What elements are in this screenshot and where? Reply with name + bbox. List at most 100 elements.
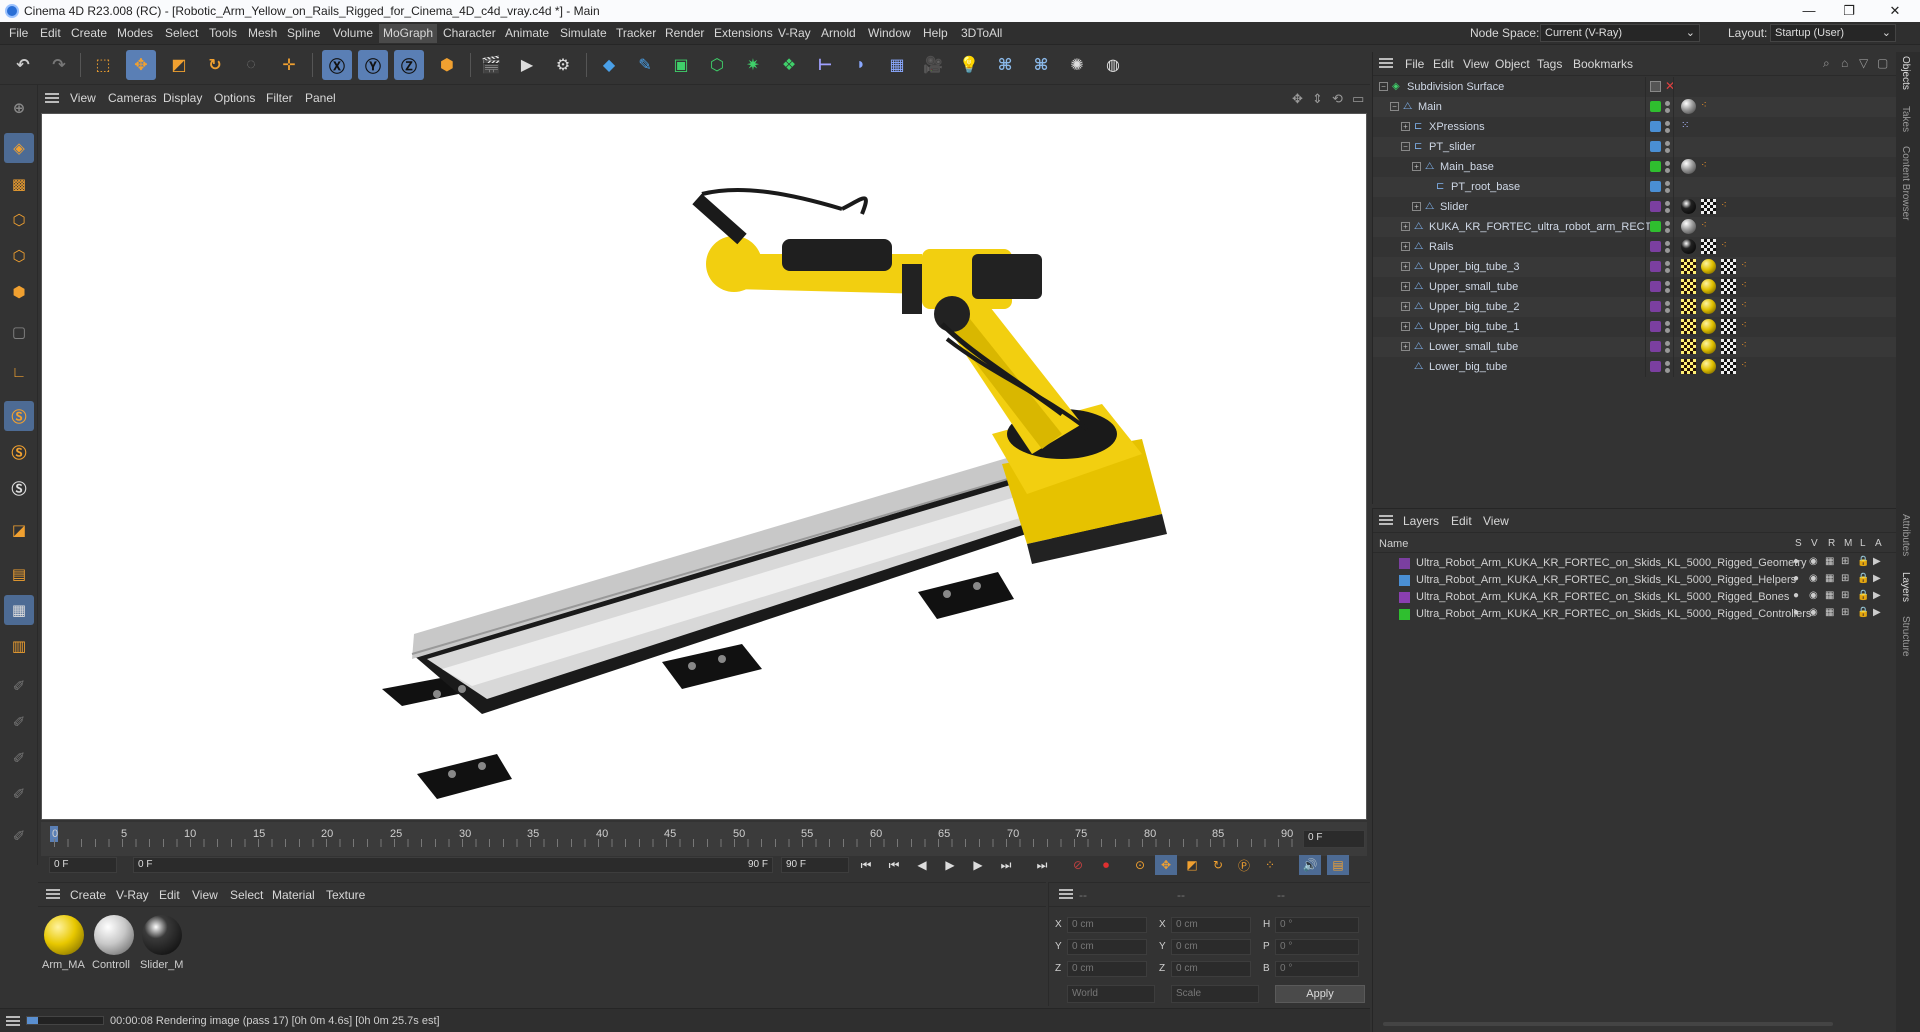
- menu-edit[interactable]: Edit: [40, 26, 61, 40]
- python-script-icon[interactable]: ⌘: [1026, 50, 1056, 80]
- viewport-menu-options[interactable]: Options: [214, 91, 255, 105]
- material-tag-icon[interactable]: [1701, 339, 1716, 354]
- current-frame-field[interactable]: 0 F: [1303, 830, 1365, 848]
- texture-mode-icon[interactable]: ▩: [4, 169, 34, 199]
- editor-visibility-dot[interactable]: [1665, 361, 1670, 366]
- tab-content-browser[interactable]: Content Browser: [1900, 146, 1911, 220]
- axis-mode-icon[interactable]: ∟: [4, 357, 34, 387]
- expand-toggle-icon[interactable]: −: [1379, 82, 1388, 91]
- render-visibility-dot[interactable]: [1665, 188, 1670, 193]
- checker-material-tag-icon[interactable]: [1701, 199, 1716, 214]
- deformer-icon[interactable]: ⊢: [810, 50, 840, 80]
- obj-menu-object[interactable]: Object: [1495, 57, 1530, 71]
- layer-color-swatch[interactable]: [1650, 101, 1661, 112]
- render-visibility-dot[interactable]: [1665, 148, 1670, 153]
- layer-row[interactable]: Ultra_Robot_Arm_KUKA_KR_FORTEC_on_Skids_…: [1373, 555, 1897, 572]
- play-icon[interactable]: ▶: [939, 855, 961, 875]
- editor-visibility-dot[interactable]: [1665, 281, 1670, 286]
- animation-toggle-icon[interactable]: ▶: [1873, 590, 1881, 601]
- python-icon[interactable]: ⌘: [990, 50, 1020, 80]
- eye-icon[interactable]: ◉: [1809, 607, 1818, 618]
- x-axis-icon[interactable]: Ⓧ: [322, 50, 352, 80]
- manager-toggle-icon[interactable]: ⊞: [1841, 607, 1849, 618]
- live-selection-icon[interactable]: ⬚: [88, 50, 118, 80]
- expand-toggle-icon[interactable]: +: [1401, 342, 1410, 351]
- menu-render[interactable]: Render: [665, 26, 704, 40]
- key-parameter-icon[interactable]: Ⓟ: [1233, 855, 1255, 875]
- render-visibility-dot[interactable]: [1665, 268, 1670, 273]
- uvw-tag-icon[interactable]: [1681, 359, 1696, 374]
- object-row[interactable]: + ⧍ Upper_small_tube ⁖: [1373, 277, 1897, 297]
- coord-size-y[interactable]: 0 cm: [1171, 939, 1251, 955]
- mat-menu-select[interactable]: Select: [230, 888, 263, 902]
- hamburger-icon[interactable]: [46, 889, 60, 899]
- uvw-tag-icon[interactable]: [1681, 259, 1696, 274]
- cloner-icon[interactable]: ✷: [738, 50, 768, 80]
- render-toggle-icon[interactable]: ▦: [1825, 573, 1834, 584]
- animation-toggle-icon[interactable]: ▶: [1873, 607, 1881, 618]
- next-frame-icon[interactable]: ▶: [967, 855, 989, 875]
- material-tag-icon[interactable]: [1681, 159, 1696, 174]
- rig-tag-icon[interactable]: ⁖: [1741, 320, 1747, 331]
- checker-material-tag-icon[interactable]: [1721, 319, 1736, 334]
- expand-toggle-icon[interactable]: −: [1390, 102, 1399, 111]
- start-frame-field[interactable]: 0 F: [49, 857, 117, 873]
- viewport-menu-cameras[interactable]: Cameras: [108, 91, 157, 105]
- snap-settings-icon[interactable]: Ⓢ: [4, 437, 34, 467]
- mat-menu-material[interactable]: Material: [272, 888, 315, 902]
- rotate-view-icon[interactable]: ⟲: [1332, 91, 1343, 107]
- editor-visibility-dot[interactable]: [1665, 241, 1670, 246]
- object-row[interactable]: − ◈ Subdivision Surface ✕: [1373, 77, 1897, 97]
- snap-3d-icon[interactable]: Ⓢ: [4, 473, 34, 503]
- viewport-menu-panel[interactable]: Panel: [305, 91, 336, 105]
- layer-row[interactable]: Ultra_Robot_Arm_KUKA_KR_FORTEC_on_Skids_…: [1373, 572, 1897, 589]
- manager-toggle-icon[interactable]: ⊞: [1841, 573, 1849, 584]
- obj-menu-tags[interactable]: Tags: [1537, 57, 1562, 71]
- coord-size-x[interactable]: 0 cm: [1171, 917, 1251, 933]
- expand-toggle-icon[interactable]: −: [1401, 142, 1410, 151]
- manager-toggle-icon[interactable]: ⊞: [1841, 590, 1849, 601]
- 3d-viewport[interactable]: [41, 113, 1367, 820]
- menu-select[interactable]: Select: [165, 26, 198, 40]
- menu-simulate[interactable]: Simulate: [560, 26, 607, 40]
- editor-visibility-dot[interactable]: [1665, 121, 1670, 126]
- xpresso-tag-icon[interactable]: ⁙: [1681, 120, 1689, 131]
- goto-end-icon[interactable]: ⏭: [1031, 855, 1053, 875]
- material-tag-icon[interactable]: [1701, 359, 1716, 374]
- tab-structure[interactable]: Structure: [1900, 616, 1911, 657]
- zoom-view-icon[interactable]: ⇕: [1312, 91, 1323, 107]
- rig-tag-icon[interactable]: ⁖: [1741, 280, 1747, 291]
- object-row[interactable]: − ⊏ PT_slider: [1373, 137, 1897, 157]
- rig-tag-icon[interactable]: ⁖: [1741, 300, 1747, 311]
- lock-icon[interactable]: 🔒: [1857, 573, 1869, 584]
- pan-view-icon[interactable]: ✥: [1292, 91, 1303, 107]
- checker-material-tag-icon[interactable]: [1721, 259, 1736, 274]
- editor-visibility-dot[interactable]: [1665, 101, 1670, 106]
- polygons-mode-icon[interactable]: ⬢: [4, 277, 34, 307]
- expand-toggle-icon[interactable]: +: [1401, 122, 1410, 131]
- recent-tool-icon[interactable]: ◌: [236, 50, 266, 80]
- layer-color-swatch[interactable]: [1650, 161, 1661, 172]
- obj-menu-file[interactable]: File: [1405, 57, 1424, 71]
- render-visibility-dot[interactable]: [1665, 228, 1670, 233]
- animation-toggle-icon[interactable]: ▶: [1873, 556, 1881, 567]
- animation-toggle-icon[interactable]: ▶: [1873, 573, 1881, 584]
- menu-mesh[interactable]: Mesh: [248, 26, 277, 40]
- layer-color-swatch[interactable]: [1399, 609, 1410, 620]
- material-tag-icon[interactable]: [1681, 239, 1696, 254]
- layer-color-swatch[interactable]: [1399, 558, 1410, 569]
- filter-icon[interactable]: ▽: [1859, 56, 1868, 70]
- hamburger-icon[interactable]: [45, 93, 59, 103]
- material-swatch-arm[interactable]: Arm_MA: [42, 913, 86, 973]
- rig-tag-icon[interactable]: ⁖: [1721, 240, 1727, 251]
- rig-tag-icon[interactable]: ⁖: [1741, 360, 1747, 371]
- editor-visibility-dot[interactable]: [1665, 221, 1670, 226]
- camera-icon[interactable]: 🎥: [918, 50, 948, 80]
- coord-pos-z[interactable]: 0 cm: [1067, 961, 1147, 977]
- tab-takes[interactable]: Takes: [1900, 106, 1911, 132]
- mat-menu-view[interactable]: View: [192, 888, 218, 902]
- coord-mode-scale-dropdown[interactable]: Scale: [1171, 985, 1259, 1003]
- expand-toggle-icon[interactable]: +: [1401, 322, 1410, 331]
- coord-size-z[interactable]: 0 cm: [1171, 961, 1251, 977]
- rotate-tool-icon[interactable]: ↻: [200, 50, 230, 80]
